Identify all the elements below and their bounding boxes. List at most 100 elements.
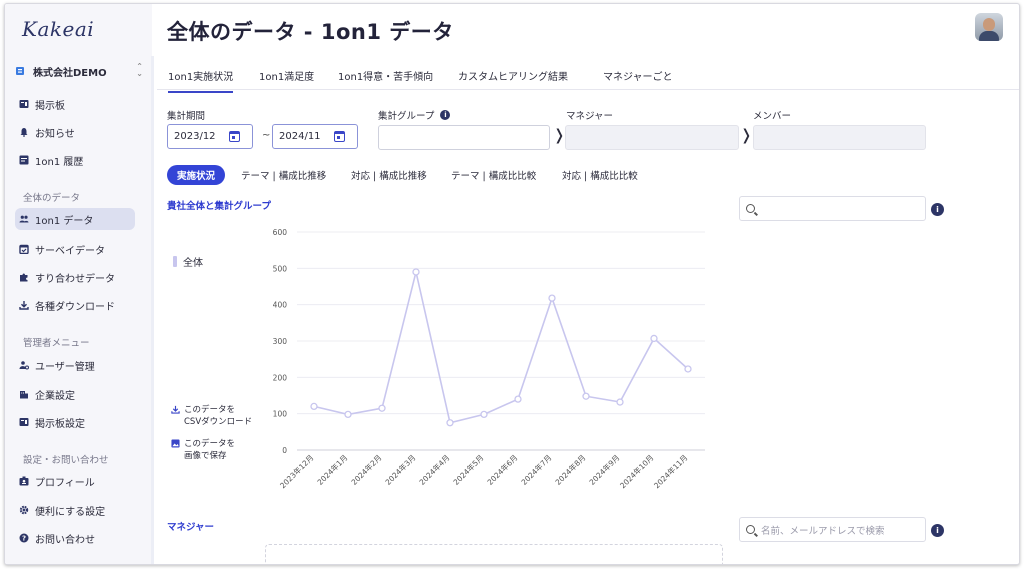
info-icon[interactable]: i	[931, 203, 944, 216]
people-icon	[19, 215, 29, 223]
group-select[interactable]	[378, 125, 550, 150]
x-tick-label: 2024年11月	[651, 452, 689, 490]
date-range-separator: ~	[262, 130, 271, 141]
manager-search-input[interactable]: 名前、メールアドレスで検索	[739, 517, 926, 542]
sidebar-item-notifications[interactable]: お知らせ	[15, 121, 135, 143]
sidebar-item-label: ユーザー管理	[35, 361, 95, 373]
logo: Kakeai	[22, 17, 95, 41]
tab-1on1-status[interactable]: 1on1実施状況	[168, 68, 234, 93]
chart-section-title: 貴社全体と集計グループ	[167, 201, 271, 212]
sidebar-item-user-management[interactable]: ユーザー管理	[15, 354, 135, 376]
group-label-text: 集計グループ	[378, 111, 435, 122]
legend-label: 全体	[183, 258, 203, 269]
csv-action-line1: このデータを	[184, 405, 236, 415]
x-tick-label: 2024年6月	[485, 452, 520, 487]
profile-icon	[19, 476, 29, 486]
chart-search-input[interactable]	[739, 196, 926, 221]
x-tick-label: 2024年8月	[553, 452, 588, 487]
data-point	[616, 398, 624, 406]
sidebar-item-label: 掲示板設定	[35, 418, 85, 430]
puzzle-icon	[20, 273, 28, 282]
info-icon[interactable]: i	[440, 110, 451, 120]
subtab-theme-compare[interactable]: テーマ | 構成比比較	[451, 165, 536, 185]
subtab-status[interactable]: 実施状況	[167, 165, 226, 185]
search-icon	[746, 204, 755, 213]
manager-search-placeholder: 名前、メールアドレスで検索	[761, 525, 885, 537]
image-icon	[171, 439, 180, 448]
manager-list-panel	[265, 544, 723, 564]
data-point	[446, 419, 454, 427]
sidebar-item-bulletin-board[interactable]: 掲示板	[15, 93, 135, 115]
y-tick-label: 0	[282, 446, 287, 455]
manager-label: マネジャー	[566, 111, 614, 122]
sidebar-item-label: すり合わせデータ	[35, 273, 115, 285]
download-icon	[19, 301, 29, 310]
sidebar-item-label: お問い合わせ	[35, 534, 95, 546]
sidebar-item-profile[interactable]: プロフィール	[15, 470, 135, 492]
chart-legend[interactable]: 全体	[173, 254, 203, 269]
subtab-response-compare[interactable]: 対応 | 構成比比較	[562, 165, 638, 185]
image-action-line2: 画像で保存	[184, 451, 227, 461]
subtab-theme-trend[interactable]: テーマ | 構成比推移	[241, 165, 326, 185]
save-image-button[interactable]: このデータを 画像で保存	[171, 438, 235, 462]
data-point	[480, 410, 488, 419]
data-point	[548, 294, 556, 302]
main-tabs: 1on1実施状況 1on1満足度 1on1得意・苦手傾向 カスタムヒアリング結果…	[157, 60, 1019, 93]
sidebar-item-label: プロフィール	[35, 477, 95, 489]
image-action-line1: このデータを	[184, 439, 236, 449]
legend-swatch	[173, 256, 177, 267]
data-point	[514, 395, 522, 403]
sidebar-divider	[151, 56, 154, 564]
x-tick-label: 2024年4月	[417, 452, 452, 487]
sidebar-item-label: 1on1 データ	[35, 215, 94, 227]
bulletin-board-icon	[19, 100, 29, 108]
sidebar-item-company-settings[interactable]: 企業設定	[15, 383, 135, 405]
sidebar-item-label: 企業設定	[35, 390, 75, 402]
building-icon	[20, 391, 28, 399]
avatar-body	[979, 31, 999, 41]
member-select[interactable]	[753, 125, 926, 150]
sidebar-item-label: サーベイデータ	[35, 245, 105, 257]
svg-text:?: ?	[22, 535, 26, 543]
subtab-response-trend[interactable]: 対応 | 構成比推移	[351, 165, 427, 185]
y-tick-label: 200	[273, 373, 288, 382]
tab-1on1-strengths[interactable]: 1on1得意・苦手傾向	[338, 68, 433, 83]
sidebar-item-1on1-data[interactable]: 1on1 データ	[15, 208, 135, 230]
data-point	[344, 410, 352, 419]
calendar-icon[interactable]	[229, 131, 240, 142]
company-name: 株式会社DEMO	[33, 67, 107, 79]
building-icon	[16, 67, 24, 75]
x-tick-label: 2024年5月	[451, 452, 486, 487]
tab-1on1-satisfaction[interactable]: 1on1満足度	[259, 68, 314, 83]
data-point	[412, 268, 420, 276]
tab-by-manager[interactable]: マネジャーごと	[603, 68, 673, 83]
y-tick-label: 300	[273, 337, 288, 346]
x-tick-label: 2024年3月	[383, 452, 418, 487]
series-line	[313, 271, 689, 424]
avatar[interactable]	[975, 13, 1003, 41]
x-tick-label: 2024年10月	[617, 452, 655, 490]
sidebar-item-contact[interactable]: ? お問い合わせ	[15, 527, 135, 549]
data-point	[684, 365, 692, 373]
start-date-value: 2023/12	[174, 131, 216, 142]
section-label-settings: 設定・お問い合わせ	[23, 455, 109, 466]
member-label: メンバー	[753, 111, 792, 122]
sidebar-item-downloads[interactable]: 各種ダウンロード	[15, 294, 135, 316]
x-tick-label: 2023年12月	[277, 452, 315, 490]
x-tick-label: 2024年7月	[519, 452, 554, 487]
manager-select[interactable]	[565, 125, 739, 150]
end-date-input[interactable]: 2024/11	[272, 124, 358, 149]
start-date-input[interactable]: 2023/12	[167, 124, 253, 149]
sidebar-item-1on1-history[interactable]: 1on1 履歴	[15, 149, 135, 171]
sidebar-item-preferences[interactable]: 便利にする設定	[15, 499, 135, 521]
sidebar-item-alignment-data[interactable]: すり合わせデータ	[15, 266, 135, 288]
calendar-icon[interactable]	[334, 131, 345, 142]
info-icon[interactable]: i	[931, 524, 944, 537]
sidebar-item-board-settings[interactable]: 掲示板設定	[15, 411, 135, 433]
sidebar-item-label: 便利にする設定	[35, 506, 106, 518]
sidebar-item-label: 掲示板	[35, 100, 65, 112]
tab-custom-hearing[interactable]: カスタムヒアリング結果	[458, 68, 568, 83]
company-switcher[interactable]: 株式会社DEMO ⌃ ⌄	[15, 62, 143, 80]
sidebar-item-survey-data[interactable]: サーベイデータ	[15, 238, 135, 260]
csv-download-button[interactable]: このデータを CSVダウンロード	[171, 404, 252, 428]
